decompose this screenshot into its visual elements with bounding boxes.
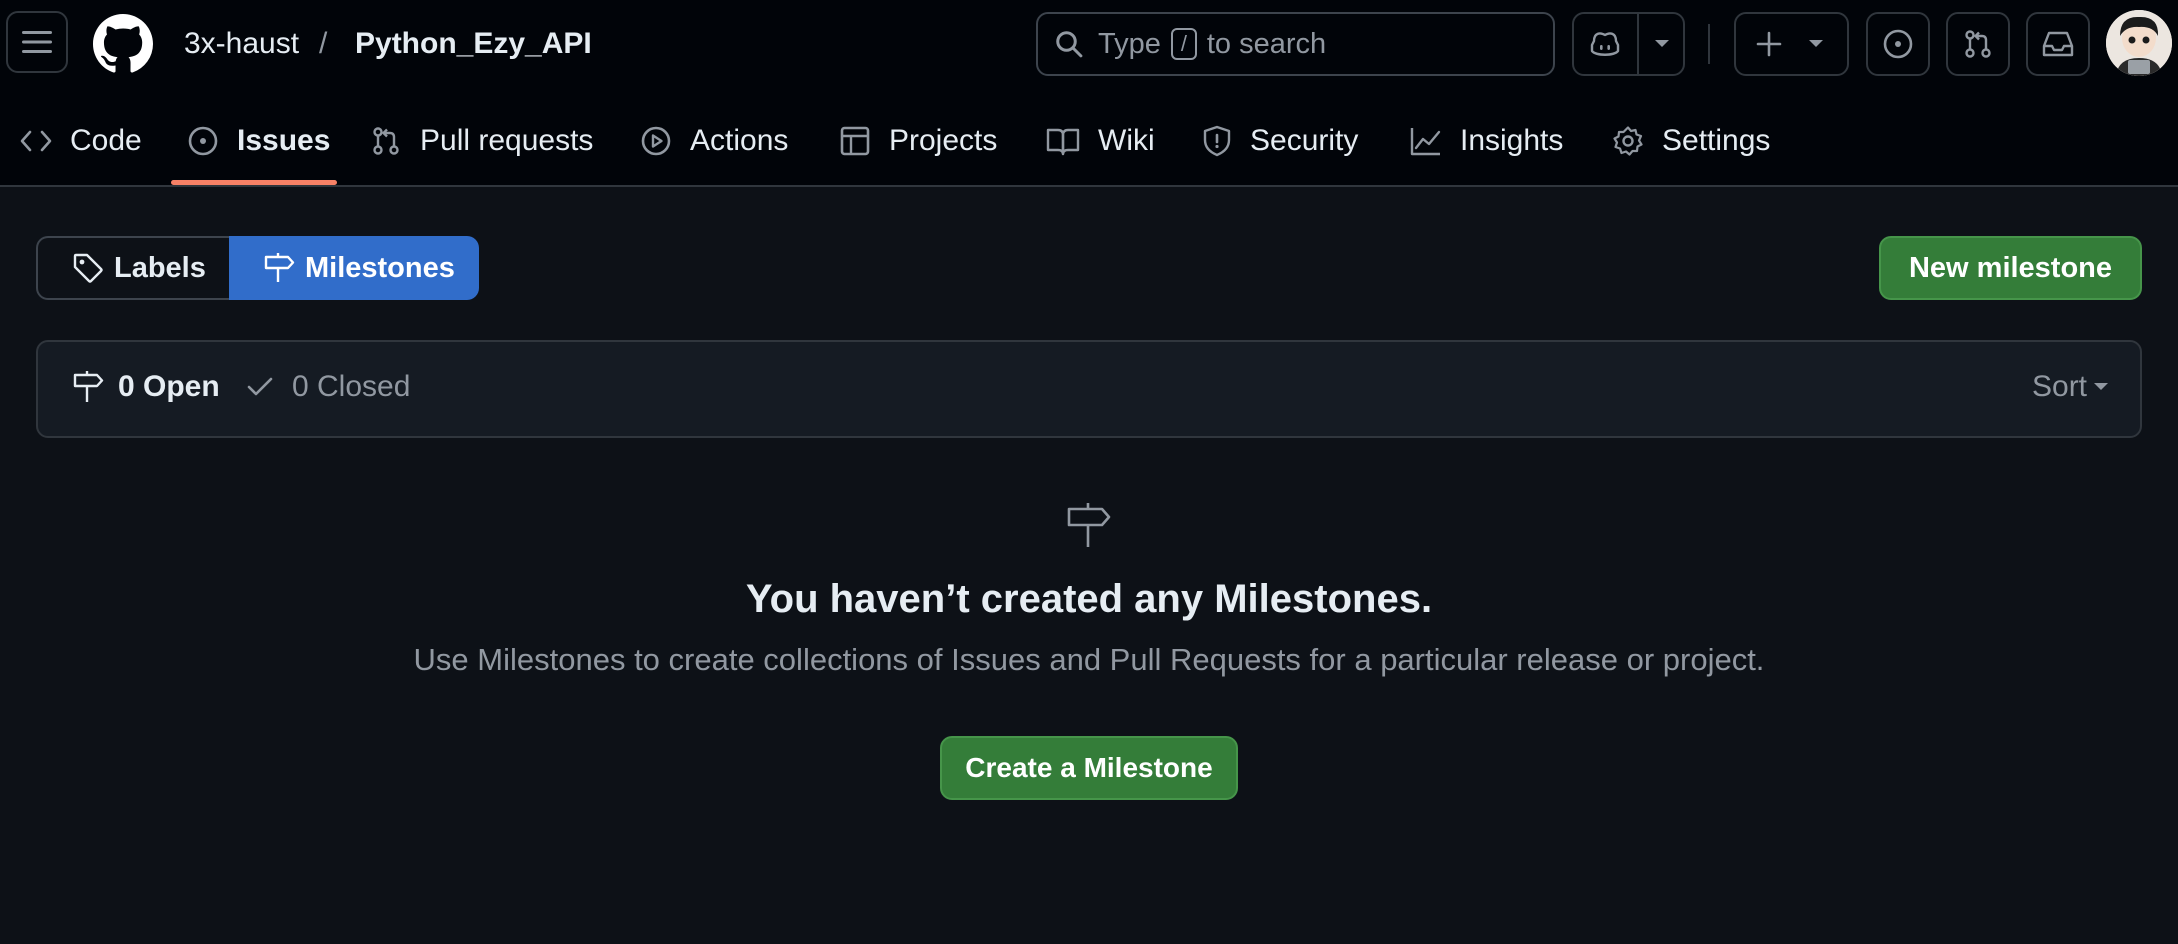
chevron-down-icon bbox=[1809, 40, 1823, 47]
issue-icon bbox=[1883, 29, 1913, 59]
issues-button[interactable] bbox=[1866, 12, 1930, 76]
copilot-button[interactable] bbox=[1572, 12, 1685, 76]
gear-icon bbox=[1613, 126, 1643, 156]
pull-request-icon bbox=[1965, 30, 1991, 58]
book-icon bbox=[1046, 128, 1080, 156]
milestones-list-header: 0 Open 0 Closed Sort bbox=[36, 340, 2142, 438]
plus-icon bbox=[1756, 31, 1782, 57]
hamburger-icon bbox=[22, 31, 52, 53]
check-icon bbox=[247, 377, 273, 396]
milestone-icon bbox=[73, 371, 104, 402]
breadcrumb-separator: / bbox=[319, 27, 328, 60]
closed-count: 0 Closed bbox=[292, 370, 411, 403]
avatar-image bbox=[2106, 10, 2172, 76]
tab-label: Insights bbox=[1460, 124, 1564, 157]
copilot-divider bbox=[1637, 14, 1639, 74]
github-mark-icon bbox=[93, 14, 153, 73]
table-icon bbox=[840, 126, 870, 156]
code-icon bbox=[20, 130, 52, 152]
tab-label: Security bbox=[1250, 124, 1359, 157]
active-tab-indicator bbox=[171, 180, 337, 185]
tab-code[interactable]: Code bbox=[20, 110, 142, 172]
inbox-button[interactable] bbox=[2026, 12, 2090, 76]
open-filter[interactable]: 0 Open bbox=[72, 370, 220, 404]
tab-label: Projects bbox=[889, 124, 998, 157]
inbox-icon bbox=[2042, 31, 2074, 57]
search-shortcut-key: / bbox=[1170, 28, 1197, 60]
chevron-down-icon[interactable] bbox=[1654, 39, 1670, 49]
sort-dropdown[interactable]: Sort bbox=[2032, 370, 2109, 404]
milestone-icon bbox=[264, 253, 295, 282]
breadcrumb-repo[interactable]: Python_Ezy_API bbox=[355, 24, 592, 64]
blankslate-description: Use Milestones to create collections of … bbox=[413, 642, 1765, 677]
search-icon bbox=[1056, 31, 1083, 58]
tab-label: Issues bbox=[237, 124, 331, 157]
tab-issues[interactable]: Issues bbox=[187, 110, 330, 172]
issue-opened-icon bbox=[188, 126, 218, 156]
header-divider bbox=[1708, 24, 1710, 64]
blankslate-icon bbox=[1066, 502, 1112, 548]
menu-button[interactable] bbox=[6, 11, 68, 73]
breadcrumb-owner[interactable]: 3x-haust bbox=[184, 24, 299, 64]
shield-icon bbox=[1203, 125, 1231, 157]
labels-button[interactable]: Labels bbox=[36, 236, 229, 300]
tab-security[interactable]: Security bbox=[1202, 110, 1358, 172]
copilot-icon bbox=[1590, 32, 1620, 56]
tab-actions[interactable]: Actions bbox=[640, 110, 788, 172]
labels-milestones-toggle: Labels Milestones bbox=[36, 236, 479, 300]
sort-label: Sort bbox=[2032, 370, 2088, 403]
search-input[interactable]: Type / to search bbox=[1036, 12, 1555, 76]
pull-requests-button[interactable] bbox=[1946, 12, 2010, 76]
avatar[interactable] bbox=[2106, 10, 2172, 76]
tab-pull-requests[interactable]: Pull requests bbox=[370, 110, 593, 172]
tab-insights[interactable]: Insights bbox=[1410, 110, 1563, 172]
graph-icon bbox=[1410, 128, 1441, 156]
closed-filter[interactable]: 0 Closed bbox=[246, 370, 410, 404]
tab-projects[interactable]: Projects bbox=[839, 110, 997, 172]
git-pull-request-icon bbox=[373, 127, 399, 155]
blankslate-title: You haven’t created any Milestones. bbox=[745, 577, 1433, 621]
milestones-label: Milestones bbox=[305, 251, 455, 284]
create-new-button[interactable] bbox=[1734, 12, 1849, 76]
github-logo[interactable] bbox=[93, 14, 153, 74]
tab-label: Code bbox=[70, 124, 142, 157]
new-milestone-button[interactable]: New milestone bbox=[1879, 236, 2142, 300]
play-icon bbox=[641, 126, 671, 156]
search-placeholder-suffix: to search bbox=[1206, 27, 1327, 60]
labels-label: Labels bbox=[114, 251, 206, 284]
triangle-down-icon bbox=[2094, 383, 2109, 390]
tab-label: Pull requests bbox=[420, 124, 594, 157]
tab-label: Settings bbox=[1662, 124, 1771, 157]
create-milestone-button[interactable]: Create a Milestone bbox=[940, 736, 1238, 800]
open-count: 0 Open bbox=[118, 370, 220, 403]
search-placeholder-prefix: Type bbox=[1098, 27, 1161, 60]
tab-wiki[interactable]: Wiki bbox=[1046, 110, 1155, 172]
milestone-icon bbox=[1067, 503, 1111, 547]
tab-label: Actions bbox=[690, 124, 789, 157]
tab-label: Wiki bbox=[1098, 124, 1155, 157]
tab-settings[interactable]: Settings bbox=[1612, 110, 1770, 172]
tag-icon bbox=[73, 253, 103, 283]
milestones-button[interactable]: Milestones bbox=[229, 236, 479, 300]
